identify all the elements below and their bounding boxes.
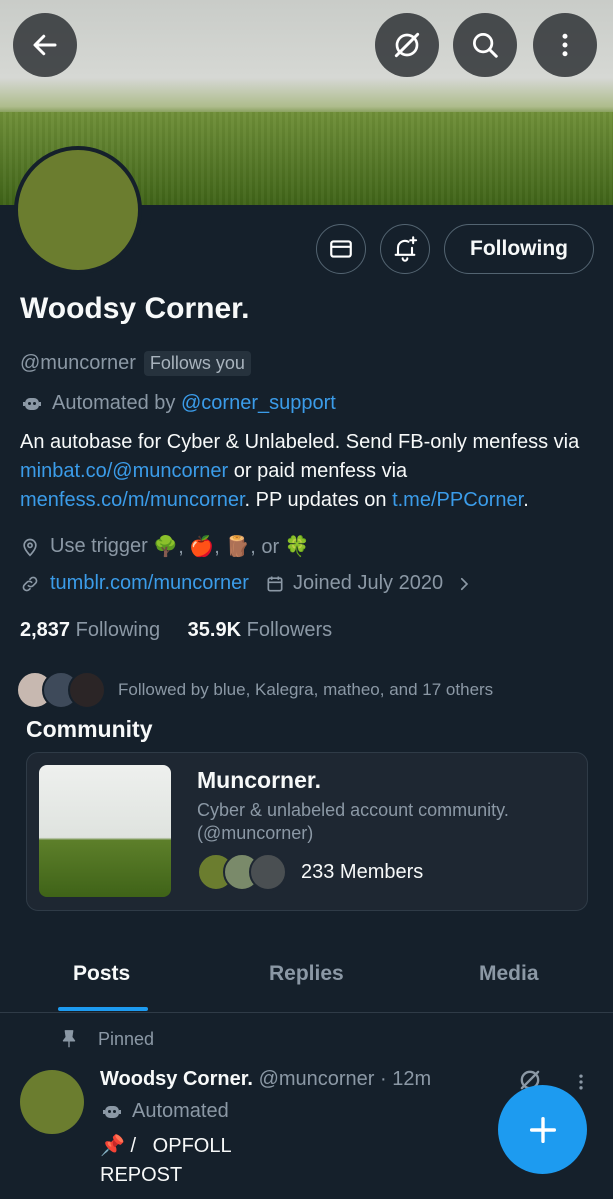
joined-date: Joined July 2020 bbox=[292, 572, 444, 594]
calendar-icon bbox=[267, 576, 283, 591]
followed-by-row[interactable]: Followed by blue, Kalegra, matheo, and 1… bbox=[16, 671, 493, 709]
search-button[interactable] bbox=[453, 13, 517, 77]
bio-text: . PP updates on bbox=[244, 489, 393, 511]
mail-icon bbox=[330, 240, 352, 258]
search-icon bbox=[473, 33, 498, 58]
more-button[interactable] bbox=[533, 13, 597, 77]
avatar bbox=[249, 853, 287, 891]
community-description: Cyber & unlabeled account community. bbox=[197, 800, 509, 820]
bio-text: or paid menfess via bbox=[228, 460, 408, 482]
handle-row: @muncorner Follows you bbox=[20, 351, 251, 376]
location-emojis: 🌳, 🍎, 🪵, or 🍀 bbox=[153, 536, 310, 558]
profile-name: Woodsy Corner. bbox=[20, 292, 250, 325]
community-members: 233 Members bbox=[301, 860, 424, 883]
bio-link-minbat[interactable]: minbat.co/@muncorner bbox=[20, 460, 228, 482]
avatar bbox=[68, 671, 106, 709]
profile-tabs: Posts Replies Media bbox=[0, 940, 613, 1013]
followed-by-text: Followed by blue, Kalegra, matheo, and 1… bbox=[118, 680, 494, 699]
profile-bio: An autobase for Cyber & Unlabeled. Send … bbox=[20, 428, 600, 515]
more-vertical-icon bbox=[562, 33, 568, 57]
post-author[interactable]: Woodsy Corner. bbox=[100, 1068, 253, 1090]
location-pin-icon bbox=[23, 538, 37, 557]
robot-icon bbox=[103, 1106, 121, 1118]
plus-icon bbox=[529, 1116, 556, 1143]
website-link[interactable]: tumblr.com/muncorner bbox=[50, 572, 249, 595]
automated-by-link[interactable]: @corner_support bbox=[181, 392, 336, 415]
arrow-left-icon bbox=[33, 34, 57, 56]
active-tab-indicator bbox=[58, 1007, 148, 1011]
bell-plus-icon bbox=[394, 236, 418, 262]
following-button[interactable]: Following bbox=[444, 224, 594, 274]
back-button[interactable] bbox=[13, 13, 77, 77]
tab-posts[interactable]: Posts bbox=[73, 962, 130, 986]
follows-you-badge: Follows you bbox=[143, 351, 251, 376]
grok-button[interactable] bbox=[375, 13, 439, 77]
post-body: 📌 / OPFOLL REPOST bbox=[100, 1132, 232, 1190]
pinned-indicator: Pinned bbox=[58, 1028, 154, 1050]
community-card[interactable]: Muncorner. Cyber & unlabeled account com… bbox=[26, 752, 588, 911]
post-line: 📌 / OPFOLL bbox=[100, 1135, 232, 1157]
pinned-label: Pinned bbox=[98, 1028, 155, 1049]
post-more-icon[interactable] bbox=[571, 1070, 591, 1094]
post-avatar[interactable] bbox=[20, 1070, 84, 1134]
grok-icon bbox=[394, 32, 420, 58]
location-row: Use trigger 🌳, 🍎, 🪵, or 🍀 bbox=[20, 534, 310, 559]
tab-media[interactable]: Media bbox=[479, 962, 539, 986]
post-automated-row: Automated bbox=[100, 1099, 229, 1123]
follow-stats: 2,837 Following 35.9K Followers bbox=[20, 619, 332, 642]
website-joined-row: tumblr.com/muncorner Joined July 2020 bbox=[20, 572, 473, 595]
community-image bbox=[39, 765, 171, 897]
post-meta: @muncorner · 12m bbox=[258, 1068, 432, 1090]
community-name: Muncorner. bbox=[197, 767, 321, 793]
profile-handle: @muncorner bbox=[20, 352, 136, 374]
bio-link-telegram[interactable]: t.me/PPCorner bbox=[392, 489, 523, 511]
following-stat[interactable]: 2,837 Following bbox=[20, 619, 160, 641]
pin-icon bbox=[62, 1030, 76, 1048]
compose-button[interactable] bbox=[498, 1085, 587, 1174]
notify-button[interactable] bbox=[380, 224, 430, 274]
post-header: Woodsy Corner. @muncorner · 12m bbox=[100, 1068, 431, 1091]
bio-text: An autobase for Cyber & Unlabeled. Send … bbox=[20, 431, 580, 453]
post-automated-label: Automated bbox=[132, 1099, 229, 1122]
community-section-title: Community bbox=[26, 716, 153, 742]
followers-stat[interactable]: 35.9K Followers bbox=[188, 619, 333, 641]
automated-label: Automated by bbox=[52, 391, 176, 414]
profile-avatar[interactable] bbox=[14, 146, 142, 274]
location-text: Use trigger bbox=[50, 535, 148, 557]
tab-replies[interactable]: Replies bbox=[269, 962, 344, 986]
message-button[interactable] bbox=[316, 224, 366, 274]
bio-link-menfess[interactable]: menfess.co/m/muncorner bbox=[20, 489, 245, 511]
link-icon bbox=[22, 576, 38, 591]
robot-icon bbox=[23, 398, 41, 410]
community-members-row: 233 Members bbox=[197, 853, 423, 891]
community-handle: (@muncorner) bbox=[197, 823, 314, 843]
chevron-right-icon[interactable] bbox=[455, 575, 473, 593]
automated-row: Automated by @corner_support bbox=[20, 391, 336, 415]
bio-text: . bbox=[523, 489, 529, 511]
post-line: REPOST bbox=[100, 1164, 183, 1186]
